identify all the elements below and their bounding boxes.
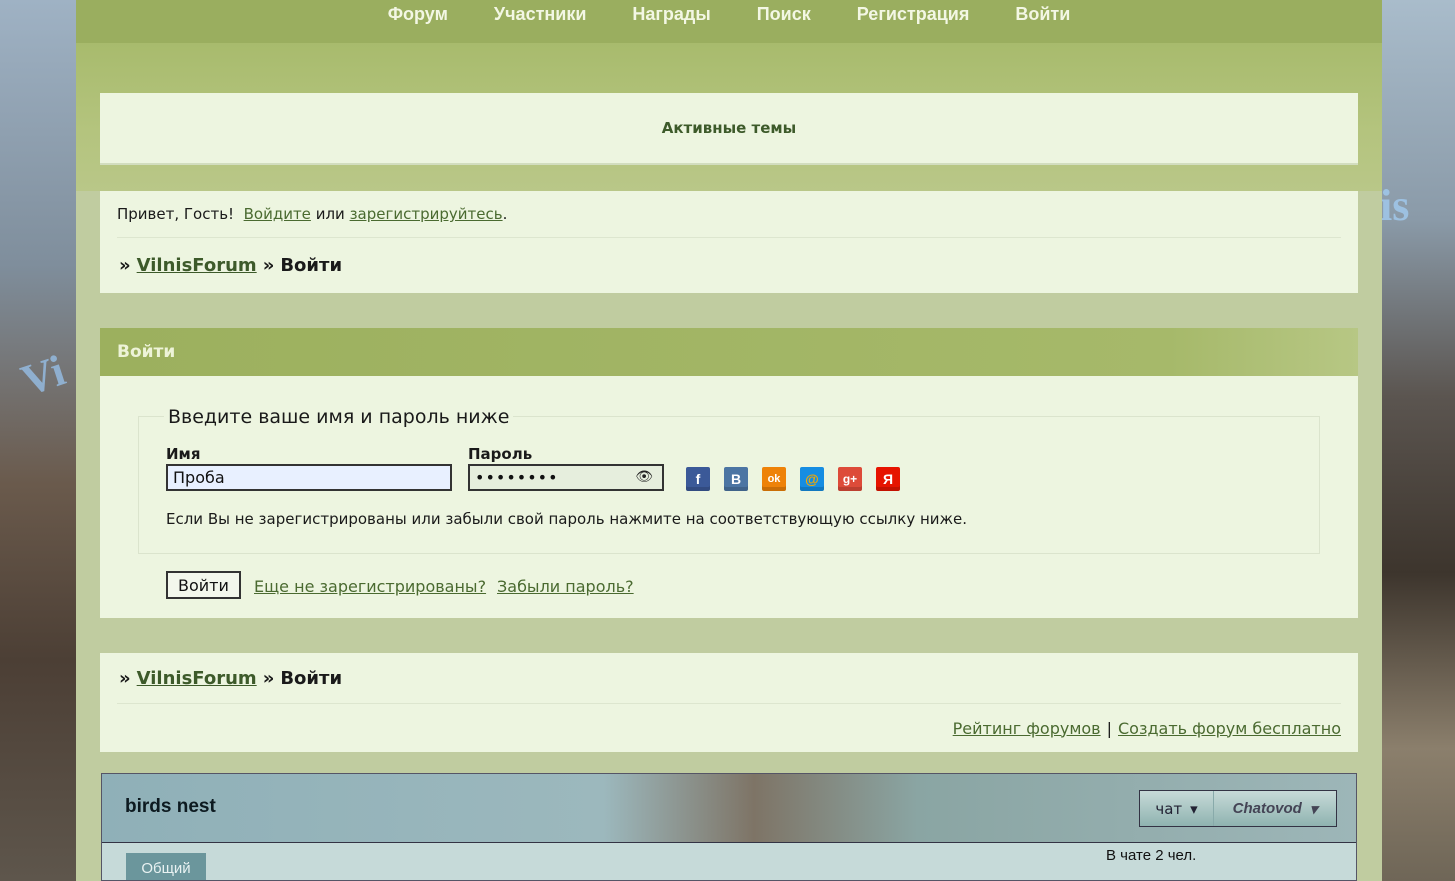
footer-separator: |: [1106, 718, 1112, 738]
greeting-register-link[interactable]: зарегистрируйтесь: [350, 205, 503, 223]
username-input[interactable]: Проба: [166, 464, 452, 491]
chat-title: birds nest: [125, 796, 216, 817]
chevron-down-icon: ▾: [1309, 800, 1318, 818]
footer-panel: » VilnisForum » Войти Рейтинг форумов | …: [100, 653, 1358, 752]
greeting-row: Привет, Гость! Войдите или зарегистрируй…: [117, 191, 1341, 238]
googleplus-icon[interactable]: g+: [838, 467, 862, 491]
yandex-icon[interactable]: Я: [876, 467, 900, 491]
greeting-or: или: [315, 205, 345, 223]
mailru-icon[interactable]: @: [800, 467, 824, 491]
breadcrumb-separator: »: [262, 254, 275, 276]
login-panel-title: Войти: [100, 328, 1358, 376]
footer-links: Рейтинг форумов | Создать форум бесплатн…: [117, 704, 1341, 752]
breadcrumb-separator: »: [262, 667, 275, 689]
chatovod-menu-button[interactable]: Chatovod ▾: [1214, 791, 1336, 826]
chat-menu-label: чат: [1155, 799, 1183, 818]
nav-forum[interactable]: Форум: [365, 2, 471, 43]
nav-login[interactable]: Войти: [992, 2, 1093, 43]
nav-register[interactable]: Регистрация: [834, 2, 993, 43]
greeting-login-link[interactable]: Войдите: [244, 205, 311, 223]
forgot-password-link[interactable]: Забыли пароль?: [497, 577, 634, 596]
chevron-down-icon: ▾: [1190, 799, 1198, 818]
greeting-panel: Привет, Гость! Войдите или зарегистрируй…: [100, 191, 1358, 293]
breadcrumb-forum-link[interactable]: VilnisForum: [137, 255, 257, 276]
breadcrumb-separator: »: [119, 667, 131, 689]
nav-awards[interactable]: Награды: [609, 2, 733, 43]
breadcrumb-separator: »: [119, 254, 131, 276]
breadcrumb-current: Войти: [280, 254, 343, 276]
chat-widget: birds nest чат ▾ Chatovod ▾ Общий В чате…: [101, 773, 1357, 881]
forum-banner: Активные темы: [76, 43, 1382, 191]
chat-controls: чат ▾ Chatovod ▾: [1139, 790, 1337, 827]
chat-header: birds nest чат ▾ Chatovod ▾: [102, 774, 1356, 843]
breadcrumb-bottom: » VilnisForum » Войти: [117, 653, 1341, 704]
vkontakte-icon[interactable]: B: [724, 467, 748, 491]
breadcrumb-forum-link[interactable]: VilnisForum: [137, 668, 257, 689]
background-decor: is: [1382, 181, 1410, 230]
breadcrumb: » VilnisForum » Войти: [117, 238, 1341, 292]
forum-rating-link[interactable]: Рейтинг форумов: [953, 719, 1101, 738]
login-hint: Если Вы не зарегистрированы или забыли с…: [166, 510, 968, 528]
background-left: Vi: [0, 0, 76, 881]
password-value: ••••••••: [475, 468, 559, 487]
chatovod-logo: Chatovod: [1232, 800, 1302, 817]
chat-body: Общий В чате 2 чел.: [102, 843, 1356, 880]
nav-search[interactable]: Поиск: [734, 2, 834, 43]
background-decor: Vi: [15, 345, 71, 406]
create-forum-link[interactable]: Создать форум бесплатно: [1118, 719, 1341, 738]
background-right: is: [1382, 0, 1455, 881]
username-label: Имя: [166, 445, 201, 463]
odnoklassniki-icon[interactable]: ok: [762, 467, 786, 491]
login-submit-button[interactable]: Войти: [166, 571, 241, 599]
login-legend: Введите ваше имя и пароль ниже: [164, 406, 514, 428]
show-password-eye-icon[interactable]: 👁: [635, 469, 654, 485]
chat-user-count: В чате 2 чел.: [1106, 847, 1197, 864]
social-login-buttons: f B ok @ g+ Я: [686, 467, 900, 491]
breadcrumb-current: Войти: [280, 667, 343, 689]
chat-tab-general[interactable]: Общий: [126, 853, 206, 880]
facebook-icon[interactable]: f: [686, 467, 710, 491]
password-input[interactable]: •••••••• 👁: [468, 464, 664, 491]
greeting-period: .: [502, 205, 508, 223]
top-navigation: Форум Участники Награды Поиск Регистраци…: [76, 0, 1382, 43]
login-panel: Войти Введите ваше имя и пароль ниже Имя…: [100, 328, 1358, 618]
greeting-text: Привет, Гость!: [117, 205, 235, 223]
active-topics-link[interactable]: Активные темы: [100, 93, 1358, 165]
page-wrapper: Форум Участники Награды Поиск Регистраци…: [76, 0, 1382, 881]
nav-members[interactable]: Участники: [471, 2, 610, 43]
not-registered-link[interactable]: Еще не зарегистрированы?: [254, 577, 486, 596]
password-label: Пароль: [468, 445, 533, 463]
chat-menu-button[interactable]: чат ▾: [1140, 791, 1214, 826]
